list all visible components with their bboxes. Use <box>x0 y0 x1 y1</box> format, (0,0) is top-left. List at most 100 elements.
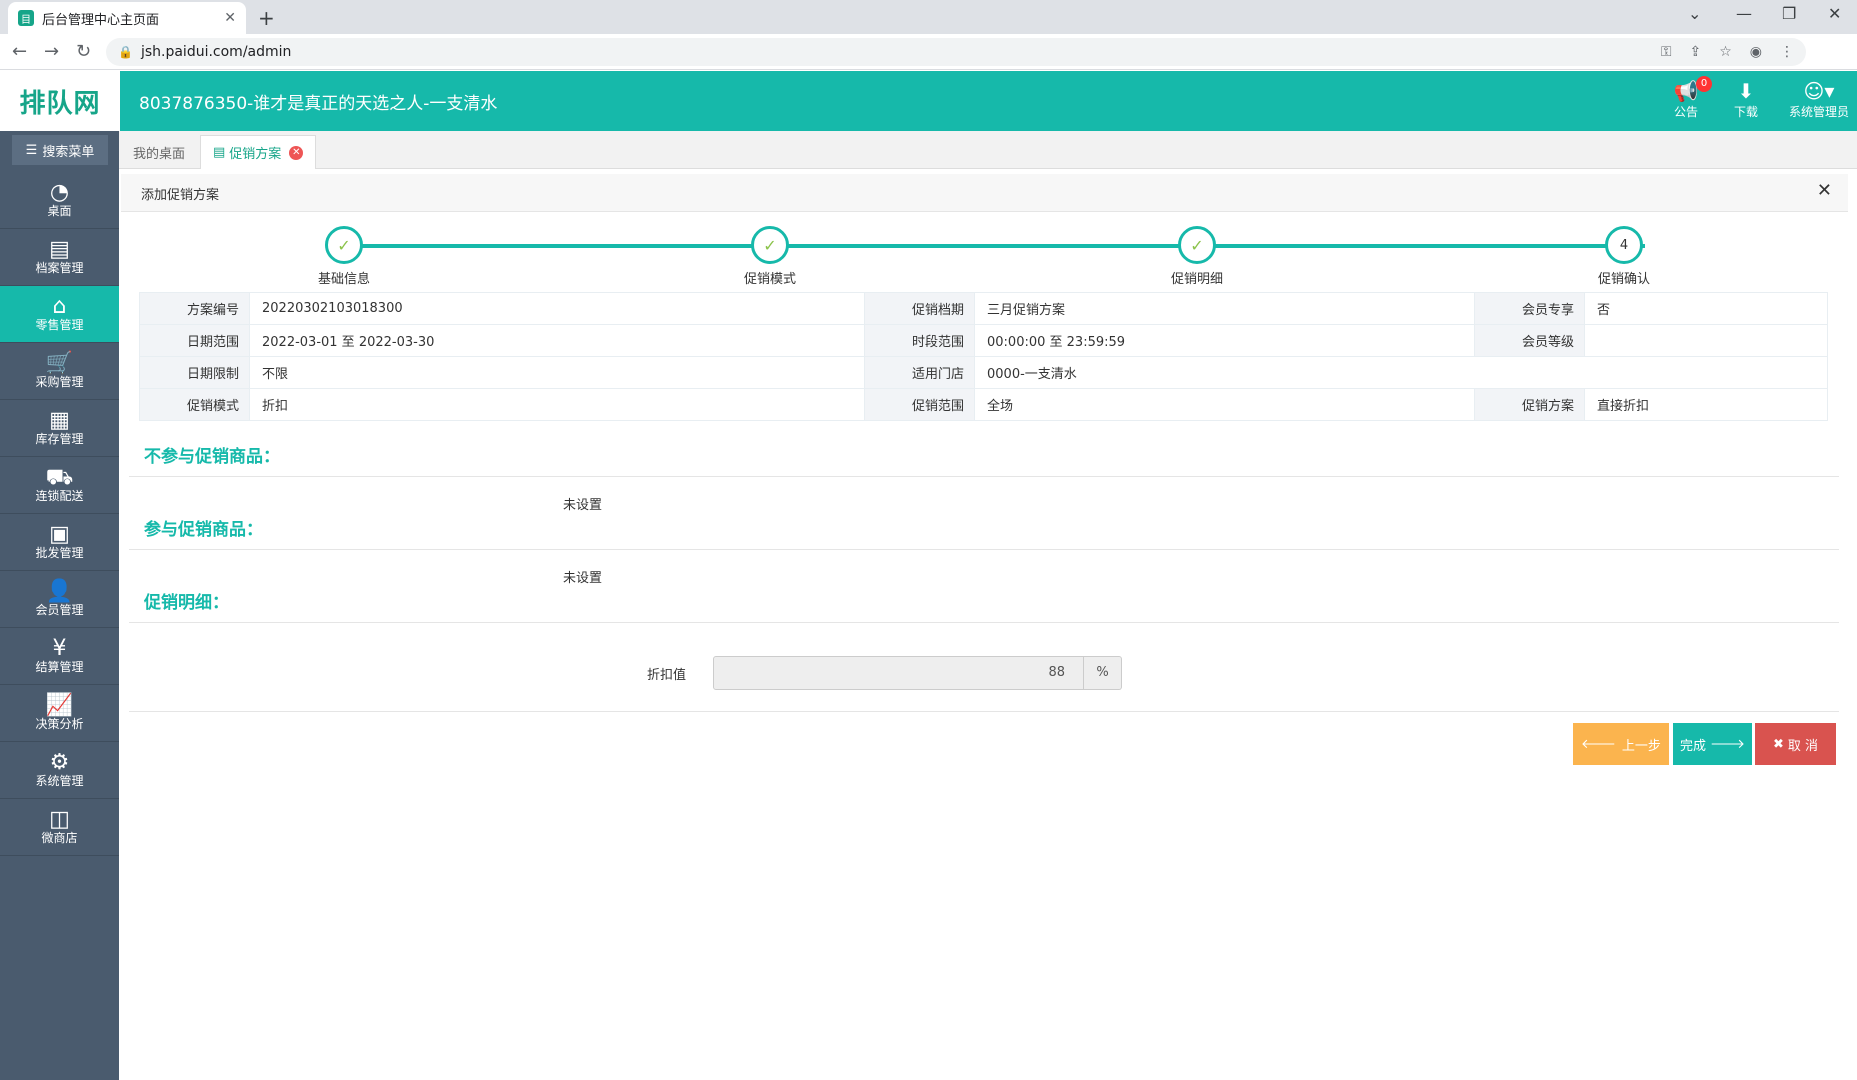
tab-promotion[interactable]: ▤ 促销方案 ✕ <box>200 135 317 169</box>
discount-unit: % <box>1084 656 1122 690</box>
url-input[interactable]: 🔒 jsh.paidui.com/admin ⚿ ⇪ ☆ ◉ ⋮ <box>106 38 1806 66</box>
close-panel-icon[interactable]: ✕ <box>1817 180 1832 201</box>
sidebar-item-system[interactable]: ⚙ 系统管理 <box>0 742 119 799</box>
sidebar-item-label: 档案管理 <box>35 261 84 275</box>
download-label: 下载 <box>1733 105 1758 119</box>
close-tab-x-icon[interactable]: ✕ <box>289 145 304 160</box>
cancel-button[interactable]: ✖ 取 消 <box>1755 723 1836 765</box>
inventory-icon: ▦ <box>49 408 70 433</box>
document-icon: ▤ <box>213 145 226 160</box>
info-value: 00:00:00 至 23:59:59 <box>974 324 1475 357</box>
restore-icon[interactable]: ❐ <box>1782 4 1796 23</box>
sidebar-item-purchase[interactable]: 🛒 采购管理 <box>0 343 119 400</box>
info-key: 日期范围 <box>139 324 250 357</box>
sidebar-item-member[interactable]: 👤 会员管理 <box>0 571 119 628</box>
minimize-icon[interactable]: — <box>1736 4 1752 23</box>
divider <box>129 476 1839 477</box>
tab-label: 促销方案 <box>229 147 282 162</box>
divider <box>129 549 1839 550</box>
sidebar-item-label: 决策分析 <box>35 717 84 731</box>
sidebar-item-label: 采购管理 <box>35 375 84 389</box>
step-2: ✓ 促销模式 <box>700 226 840 287</box>
info-value: 直接折扣 <box>1584 388 1828 421</box>
browser-tabbar: 目 后台管理中心主页面 ✕ + ⌄ — ❐ ✕ <box>0 0 1857 34</box>
sidebar-item-archive[interactable]: ▤ 档案管理 <box>0 229 119 286</box>
sidebar-item-retail[interactable]: ⌂ 零售管理 <box>0 286 119 343</box>
info-key: 会员专享 <box>1474 292 1585 325</box>
sidebar-item-desktop[interactable]: ◔ 桌面 <box>0 172 119 229</box>
close-icon: ✖ <box>1772 736 1784 752</box>
button-label: 上一步 <box>1621 738 1661 754</box>
prev-step-button[interactable]: 🡐 上一步 <box>1573 723 1669 765</box>
finish-button[interactable]: 完成 🡒 <box>1673 723 1752 765</box>
truck-icon: ⛟ <box>45 465 74 490</box>
chart-icon: 📈 <box>45 693 74 718</box>
sidebar: ☰ 搜索菜单 ◔ 桌面 ▤ 档案管理 ⌂ 零售管理 🛒 采购管理 ▦ 库存管理 ⛟ 连锁配送… <box>0 131 119 1080</box>
bag-icon: ◫ <box>49 807 70 832</box>
download-button[interactable]: ⬇ 下载 <box>1716 79 1776 120</box>
settlement-icon: ¥ <box>52 636 67 661</box>
sidebar-item-settlement[interactable]: ¥ 结算管理 <box>0 628 119 685</box>
sidebar-item-delivery[interactable]: ⛟ 连锁配送 <box>0 457 119 514</box>
table-row: 促销模式 折扣 促销范围 全场 促销方案 直接折扣 <box>139 388 1828 421</box>
info-key: 方案编号 <box>139 292 250 325</box>
arrow-left-icon: 🡐 <box>1581 737 1616 752</box>
divider <box>129 622 1839 623</box>
sidebar-item-label: 会员管理 <box>35 603 84 617</box>
tab-my-desk[interactable]: 我的桌面 <box>121 135 197 169</box>
included-products-value: 未设置 <box>563 571 603 586</box>
forward-icon[interactable]: → <box>44 41 59 62</box>
sidebar-item-label: 连锁配送 <box>35 489 84 503</box>
info-key: 日期限制 <box>139 356 250 389</box>
app-header: 排队网 8037876350-谁才是真正的天选之人-一支清水 📢 公告 ⬇ 下载… <box>0 71 1857 131</box>
panel-header: 添加促销方案 ✕ <box>121 174 1848 212</box>
tab-search-icon[interactable]: ⌄ <box>1688 4 1701 23</box>
dashboard-icon: ◔ <box>49 180 70 205</box>
divider <box>129 711 1839 712</box>
user-menu-button[interactable]: ☺▾ 系统管理员 <box>1784 79 1854 120</box>
reload-icon[interactable]: ↻ <box>76 41 91 62</box>
step-label: 促销明细 <box>1170 272 1223 287</box>
step-label: 基础信息 <box>317 272 370 287</box>
sidebar-item-inventory[interactable]: ▦ 库存管理 <box>0 400 119 457</box>
included-products-heading: 参与促销商品： <box>144 520 263 540</box>
sidebar-item-label: 库存管理 <box>35 432 84 446</box>
close-tab-icon[interactable]: ✕ <box>224 10 236 26</box>
store-icon: ⌂ <box>52 294 67 319</box>
info-value: 全场 <box>974 388 1475 421</box>
sidebar-item-analysis[interactable]: 📈 决策分析 <box>0 685 119 742</box>
info-value: 不限 <box>249 356 865 389</box>
back-icon[interactable]: ← <box>12 41 27 62</box>
menu-icon[interactable]: ⋮ <box>1780 44 1794 60</box>
window-close-icon[interactable]: ✕ <box>1828 4 1841 23</box>
info-key: 促销模式 <box>139 388 250 421</box>
sidebar-item-label: 微商店 <box>41 831 78 845</box>
step-3: ✓ 促销明细 <box>1127 226 1267 287</box>
download-icon: ⬇ <box>1737 79 1755 103</box>
info-key: 会员等级 <box>1474 324 1585 357</box>
logo: 排队网 <box>0 71 120 131</box>
share-icon[interactable]: ⇪ <box>1689 44 1701 60</box>
key-icon[interactable]: ⚿ <box>1661 44 1672 60</box>
table-row: 日期限制 不限 适用门店 0000-一支清水 <box>139 356 1828 389</box>
new-tab-icon[interactable]: + <box>258 6 275 30</box>
check-icon: ✓ <box>325 226 363 264</box>
profile-icon[interactable]: ◉ <box>1750 44 1762 60</box>
app-tabs: 我的桌面 ▤ 促销方案 ✕ <box>119 131 1857 169</box>
sidebar-item-microshop[interactable]: ◫ 微商店 <box>0 799 119 856</box>
promotion-summary-table: 方案编号 20220302103018300 促销档期 三月促销方案 会员专享 … <box>139 292 1828 421</box>
search-menu-button[interactable]: ☰ 搜索菜单 <box>12 135 108 165</box>
browser-tab-title: 后台管理中心主页面 <box>42 12 160 28</box>
step-4: 4 促销确认 <box>1554 226 1694 287</box>
notice-badge: 0 <box>1696 76 1712 92</box>
info-value: 0000-一支清水 <box>974 356 1828 389</box>
excluded-products-heading: 不参与促销商品： <box>144 447 280 467</box>
gear-icon: ⚙ <box>49 750 70 775</box>
sidebar-item-wholesale[interactable]: ▣ 批发管理 <box>0 514 119 571</box>
discount-input[interactable]: 88 <box>713 656 1084 690</box>
cart-icon: 🛒 <box>45 351 74 376</box>
browser-tab[interactable]: 目 后台管理中心主页面 ✕ <box>8 2 246 34</box>
star-icon[interactable]: ☆ <box>1719 44 1732 60</box>
logo-text: 排队网 <box>19 88 101 119</box>
promotion-detail-heading: 促销明细： <box>144 593 229 613</box>
